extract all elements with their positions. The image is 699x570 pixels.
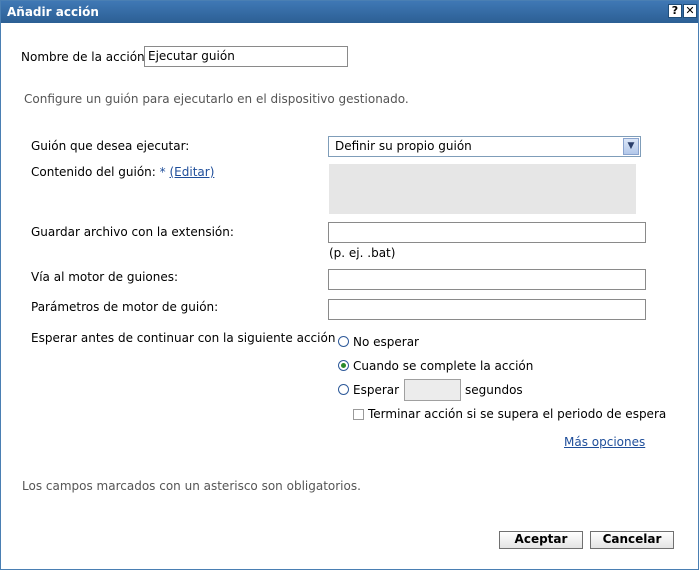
dialog-title: Añadir acción bbox=[7, 5, 99, 19]
radio-on-complete-label: Cuando se complete la acción bbox=[353, 359, 534, 373]
script-content-area bbox=[329, 164, 636, 214]
terminate-checkbox[interactable] bbox=[353, 409, 364, 420]
chevron-down-icon[interactable]: ▼ bbox=[623, 138, 639, 155]
radio-on-complete[interactable] bbox=[338, 360, 349, 371]
save-extension-input[interactable] bbox=[328, 222, 646, 243]
help-icon[interactable]: ? bbox=[668, 4, 682, 18]
radio-wait-seconds-label: Esperar bbox=[353, 383, 400, 397]
script-content-label: Contenido del guión: * (Editar) bbox=[31, 165, 214, 179]
action-name-input[interactable]: Ejecutar guión bbox=[144, 46, 348, 67]
script-select-value: Definir su propio guión bbox=[335, 139, 472, 153]
action-name-label: Nombre de la acción bbox=[21, 50, 145, 64]
wait-label: Esperar antes de continuar con la siguie… bbox=[31, 331, 336, 345]
engine-params-input[interactable] bbox=[328, 299, 646, 320]
radio-no-wait[interactable] bbox=[338, 336, 349, 347]
script-content-label-text: Contenido del guión: bbox=[31, 165, 156, 179]
accept-button[interactable]: Aceptar bbox=[499, 531, 583, 549]
radio-no-wait-label: No esperar bbox=[353, 335, 419, 349]
engine-path-input[interactable] bbox=[328, 269, 646, 290]
title-bar: Añadir acción ? ✕ bbox=[1, 1, 698, 23]
edit-script-link[interactable]: (Editar) bbox=[169, 165, 214, 179]
terminate-label: Terminar acción si se supera el periodo … bbox=[368, 407, 667, 421]
engine-path-label: Vía al motor de guiones: bbox=[31, 270, 179, 284]
save-extension-hint: (p. ej. .bat) bbox=[329, 246, 396, 260]
seconds-label: segundos bbox=[465, 383, 523, 397]
save-extension-label: Guardar archivo con la extensión: bbox=[31, 225, 234, 239]
script-select-label: Guión que desea ejecutar: bbox=[31, 139, 190, 153]
required-asterisk: * bbox=[159, 165, 166, 179]
engine-params-label: Parámetros de motor de guión: bbox=[31, 300, 219, 314]
required-fields-note: Los campos marcados con un asterisco son… bbox=[22, 479, 361, 493]
add-action-dialog: Añadir acción ? ✕ Nombre de la acción Ej… bbox=[0, 0, 699, 570]
more-options-link[interactable]: Más opciones bbox=[564, 435, 645, 449]
wait-seconds-input[interactable] bbox=[404, 379, 461, 401]
radio-wait-seconds[interactable] bbox=[338, 384, 349, 395]
script-select[interactable]: Definir su propio guión ▼ bbox=[328, 136, 641, 157]
cancel-button[interactable]: Cancelar bbox=[590, 531, 674, 549]
close-icon[interactable]: ✕ bbox=[683, 4, 697, 18]
description-text: Configure un guión para ejecutarlo en el… bbox=[24, 92, 409, 106]
